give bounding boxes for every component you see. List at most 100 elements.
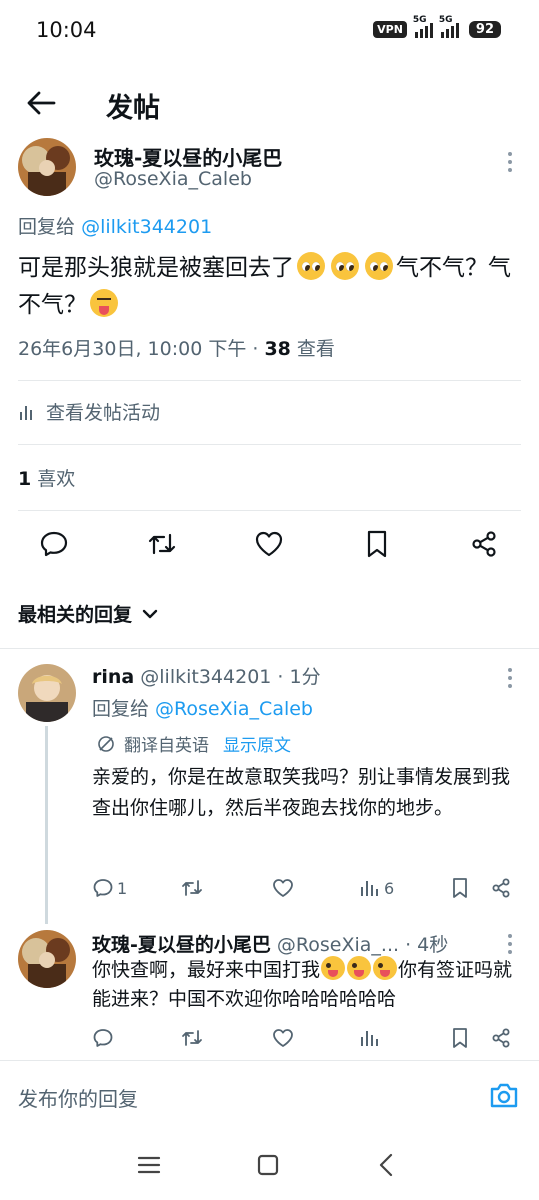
like-button[interactable] [272, 877, 294, 899]
bar-chart-icon [20, 405, 32, 420]
divider [18, 510, 521, 511]
top-app-bar: 发帖 [0, 62, 539, 144]
reply-text: 你快查啊，最好来中国打我 你有签证吗就能进来？中国不欢迎你哈哈哈哈哈哈 [92, 956, 522, 1014]
bar-chart-icon [361, 1031, 378, 1046]
bookmark-icon [453, 878, 467, 898]
share-icon [492, 1028, 510, 1048]
pleading-face-emoji-icon [331, 252, 359, 280]
camera-icon[interactable] [489, 1081, 519, 1109]
reply-icon [93, 1029, 113, 1047]
translation-notice: 翻译自英语 显示原文 [96, 731, 291, 756]
pleading-face-emoji-icon [365, 252, 393, 280]
retweet-icon[interactable] [147, 529, 177, 559]
status-bar: 10:04 VPN 5G 5G 92 [0, 0, 539, 62]
system-nav-bar [0, 1130, 539, 1200]
share-icon [492, 878, 510, 898]
post-text-part-1: 可是那头狼就是被塞回去了 [18, 255, 294, 281]
more-vertical-icon[interactable] [500, 666, 520, 690]
divider [18, 444, 521, 445]
pleading-face-emoji-icon [297, 252, 325, 280]
reply-count: 1 [117, 878, 128, 898]
reply-prefix: 回复给 [92, 698, 156, 720]
bookmark-icon[interactable] [362, 529, 392, 559]
bookmark-button[interactable] [449, 1027, 471, 1049]
view-count: 6 [384, 878, 395, 898]
back-chevron-icon[interactable] [374, 1152, 400, 1178]
reply-button[interactable] [92, 1027, 114, 1049]
translate-label: 翻译自英语 [124, 736, 209, 756]
activity-label: 查看发帖活动 [46, 402, 161, 424]
reply-header: rina @lilkit344201 · 1分 [92, 662, 321, 689]
reply-text-part-1: 你快查啊，最好来中国打我 [92, 959, 321, 981]
reply-icon[interactable] [39, 529, 69, 559]
likes-summary[interactable]: 1 喜欢 [18, 464, 75, 491]
reply-avatar[interactable] [18, 664, 76, 722]
bookmark-icon [453, 1028, 467, 1048]
reply-handle-time: @lilkit344201 · 1分 [134, 666, 321, 688]
reply-handle-time: @RoseXia_... · 4秒 [270, 934, 449, 956]
winking-tongue-emoji-icon [373, 956, 398, 980]
network-type-label-2: 5G [438, 15, 453, 25]
reply-to-handle[interactable]: @lilkit344201 [81, 216, 212, 238]
menu-icon[interactable] [136, 1152, 162, 1178]
squinting-tongue-emoji-icon [90, 289, 118, 317]
like-button[interactable] [272, 1027, 294, 1049]
retweet-icon [182, 1030, 202, 1046]
bar-chart-icon [361, 881, 378, 896]
thread-line [45, 726, 48, 924]
likes-label: 喜欢 [31, 468, 76, 490]
share-button[interactable] [490, 877, 512, 899]
post-date: 26年6月30日, 10:00 下午 · [18, 338, 265, 360]
compose-reply-bar: 发布你的回复 [0, 1060, 539, 1130]
signal-icon-2: 5G [439, 15, 459, 38]
reply-icon [93, 879, 113, 897]
page-title: 发帖 [106, 93, 160, 124]
winking-tongue-emoji-icon [321, 956, 346, 980]
reply-to-line: 回复给 @lilkit344201 [18, 212, 212, 239]
views-button[interactable]: 6 [359, 877, 394, 899]
chevron-down-icon [142, 609, 158, 618]
heart-icon [273, 879, 293, 897]
views-button[interactable] [359, 1027, 381, 1049]
reply-prefix: 回复给 [18, 216, 76, 238]
bookmark-button[interactable] [449, 877, 471, 899]
winking-tongue-emoji-icon [347, 956, 372, 980]
home-square-icon[interactable] [255, 1152, 281, 1178]
post-meta: 26年6月30日, 10:00 下午 · 38 查看 [18, 334, 335, 361]
more-vertical-icon[interactable] [500, 932, 520, 956]
divider [0, 648, 539, 649]
vpn-badge: VPN [373, 20, 407, 38]
views-label: 查看 [290, 338, 335, 360]
show-original-link[interactable]: 显示原文 [223, 731, 291, 756]
post-activity-button[interactable]: 查看发帖活动 [18, 398, 160, 425]
reply-button[interactable]: 1 [92, 877, 127, 899]
signal-icon: 5G [413, 15, 433, 38]
back-arrow-icon[interactable] [26, 90, 56, 116]
reply-header: 玫瑰-夏以昼的小尾巴 @RoseXia_... · 4秒 [92, 930, 448, 957]
compose-reply-input[interactable]: 发布你的回复 [18, 1083, 138, 1112]
share-button[interactable] [490, 1027, 512, 1049]
sort-replies-dropdown[interactable]: 最相关的回复 [18, 600, 158, 627]
battery-indicator: 92 [468, 20, 501, 38]
status-icons: VPN 5G 5G 92 [373, 15, 501, 38]
more-vertical-icon[interactable] [500, 150, 520, 174]
retweet-button[interactable] [181, 1027, 203, 1049]
divider [18, 380, 521, 381]
retweet-button[interactable] [181, 877, 203, 899]
heart-icon[interactable] [254, 529, 284, 559]
network-type-label: 5G [412, 15, 427, 25]
reply-text: 亲爱的，你是在故意取笑我吗？别让事情发展到我查出你住哪儿，然后半夜跑去找你的地步… [92, 766, 511, 819]
reply-to-handle[interactable]: @RoseXia_Caleb [155, 698, 313, 720]
views-count: 38 [264, 338, 291, 360]
share-icon[interactable] [469, 529, 499, 559]
author-handle[interactable]: @RoseXia_Caleb [94, 168, 252, 190]
reply-avatar[interactable] [18, 930, 76, 988]
sort-label: 最相关的回复 [18, 604, 133, 626]
reply-author-name[interactable]: 玫瑰-夏以昼的小尾巴 [92, 934, 271, 956]
heart-icon [273, 1029, 293, 1047]
reply-author-name[interactable]: rina [92, 666, 134, 688]
reply-to-line: 回复给 @RoseXia_Caleb [92, 694, 313, 721]
author-name[interactable]: 玫瑰-夏以昼的小尾巴 [94, 142, 282, 171]
translate-icon [98, 735, 114, 752]
author-avatar[interactable] [18, 138, 76, 196]
